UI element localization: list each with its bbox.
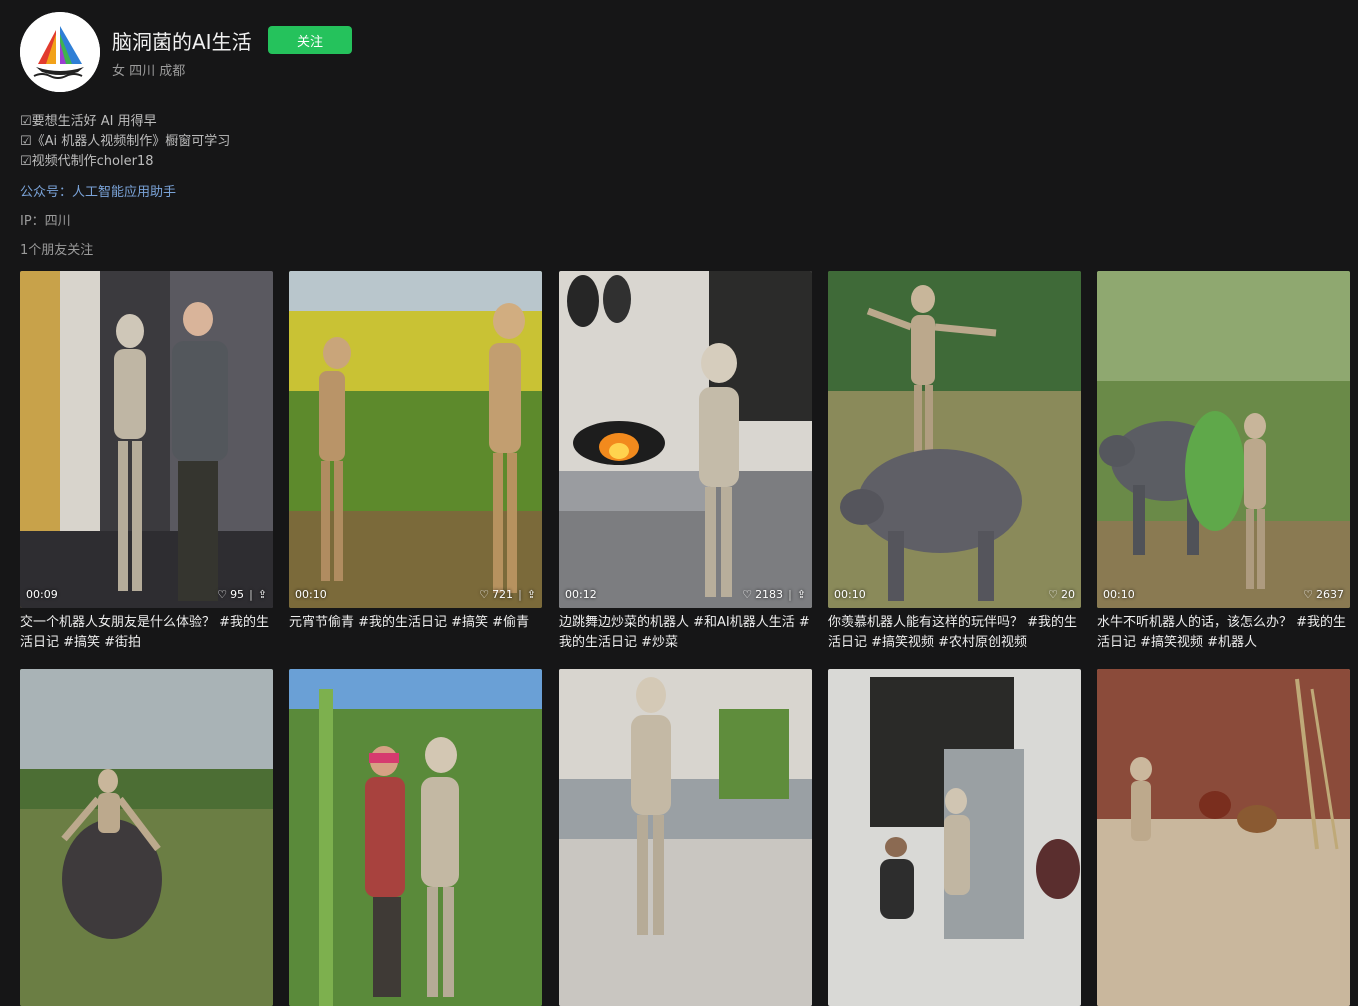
video-duration: 00:09 bbox=[26, 588, 58, 601]
video-thumbnail[interactable]: 00:12 ♡ 2183 | ⇪ bbox=[559, 271, 812, 608]
thumbnail-image bbox=[289, 669, 542, 1006]
video-likes: ♡ 721 | ⇪ bbox=[479, 588, 536, 601]
profile-header: 脑洞菌的AI生活 关注 女 四川 成都 bbox=[20, 12, 620, 92]
avatar[interactable] bbox=[20, 12, 100, 92]
pin-icon[interactable]: ⇪ bbox=[527, 588, 536, 601]
official-account-link[interactable]: 公众号：人工智能应用助手 bbox=[20, 181, 176, 200]
video-likes: ♡ 20 bbox=[1048, 588, 1075, 601]
video-caption[interactable]: 元宵节偷青 #我的生活日记 #搞笑 #偷青 bbox=[289, 613, 542, 653]
like-count: 95 bbox=[230, 588, 245, 601]
divider: | bbox=[249, 588, 253, 601]
video-caption[interactable]: 交一个机器人女朋友是什么体验？ #我的生活日记 #搞笑 #街拍 bbox=[20, 613, 273, 653]
video-thumbnail[interactable] bbox=[559, 669, 812, 1006]
like-count: 2637 bbox=[1316, 588, 1344, 601]
video-thumbnail[interactable] bbox=[1097, 669, 1350, 1006]
profile-name: 脑洞菌的AI生活 bbox=[112, 30, 252, 54]
thumbnail-image bbox=[20, 271, 273, 608]
divider: | bbox=[788, 588, 792, 601]
pin-icon[interactable]: ⇪ bbox=[258, 588, 267, 601]
heart-icon: ♡ bbox=[217, 588, 228, 601]
video-thumbnail[interactable]: 00:09 ♡ 95 | ⇪ bbox=[20, 271, 273, 608]
sailboat-logo-icon bbox=[20, 12, 100, 92]
thumbnail-image bbox=[289, 271, 542, 608]
follow-button[interactable]: 关注 bbox=[268, 26, 352, 54]
video-thumbnail[interactable]: 00:10 ♡ 721 | ⇪ bbox=[289, 271, 542, 608]
thumbnail-image bbox=[1097, 271, 1350, 608]
divider: | bbox=[518, 588, 522, 601]
video-thumbnail[interactable]: 00:10 ♡ 20 bbox=[828, 271, 1081, 608]
like-count: 20 bbox=[1061, 588, 1075, 601]
video-caption[interactable]: 水牛不听机器人的话，该怎么办？ #我的生活日记 #搞笑视频 #机器人 bbox=[1097, 613, 1350, 653]
video-thumbnail[interactable] bbox=[20, 669, 273, 1006]
thumbnail-image bbox=[559, 271, 812, 608]
video-thumbnail[interactable] bbox=[828, 669, 1081, 1006]
video-caption[interactable]: 边跳舞边炒菜的机器人 #和AI机器人生活 #我的生活日记 #炒菜 bbox=[559, 613, 812, 653]
thumbnail-image bbox=[828, 271, 1081, 608]
heart-icon: ♡ bbox=[1303, 588, 1313, 601]
like-count: 2183 bbox=[755, 588, 784, 601]
pin-icon[interactable]: ⇪ bbox=[797, 588, 806, 601]
video-duration: 00:12 bbox=[565, 588, 597, 601]
ip-location: IP：四川 bbox=[20, 214, 71, 229]
video-thumbnail[interactable] bbox=[289, 669, 542, 1006]
profile-meta: 女 四川 成都 bbox=[112, 64, 186, 79]
like-count: 721 bbox=[492, 588, 514, 601]
profile-bio: ☑要想生活好 AI 用得早 ☑《Ai 机器人视频制作》橱窗可学习 ☑视频代制作c… bbox=[20, 112, 230, 172]
heart-icon: ♡ bbox=[1048, 588, 1058, 601]
video-likes: ♡ 2183 | ⇪ bbox=[742, 588, 806, 601]
friends-following[interactable]: 1个朋友关注 bbox=[20, 239, 93, 258]
heart-icon: ♡ bbox=[479, 588, 490, 601]
video-caption[interactable]: 你羡慕机器人能有这样的玩伴吗？ #我的生活日记 #搞笑视频 #农村原创视频 bbox=[828, 613, 1081, 653]
video-likes: ♡ 95 | ⇪ bbox=[217, 588, 267, 601]
heart-icon: ♡ bbox=[742, 588, 753, 601]
thumbnail-image bbox=[1097, 669, 1350, 1006]
bio-line: ☑《Ai 机器人视频制作》橱窗可学习 bbox=[20, 134, 231, 149]
video-duration: 00:10 bbox=[295, 588, 327, 601]
thumbnail-image bbox=[20, 669, 273, 1006]
bio-line: ☑视频代制作choler18 bbox=[20, 154, 154, 169]
thumbnail-image bbox=[828, 669, 1081, 1006]
video-likes: ♡ 2637 bbox=[1303, 588, 1344, 601]
video-duration: 00:10 bbox=[1103, 588, 1135, 601]
bio-line: ☑要想生活好 AI 用得早 bbox=[20, 114, 157, 129]
thumbnail-image bbox=[559, 669, 812, 1006]
video-thumbnail[interactable]: 00:10 ♡ 2637 bbox=[1097, 271, 1350, 608]
video-duration: 00:10 bbox=[834, 588, 866, 601]
